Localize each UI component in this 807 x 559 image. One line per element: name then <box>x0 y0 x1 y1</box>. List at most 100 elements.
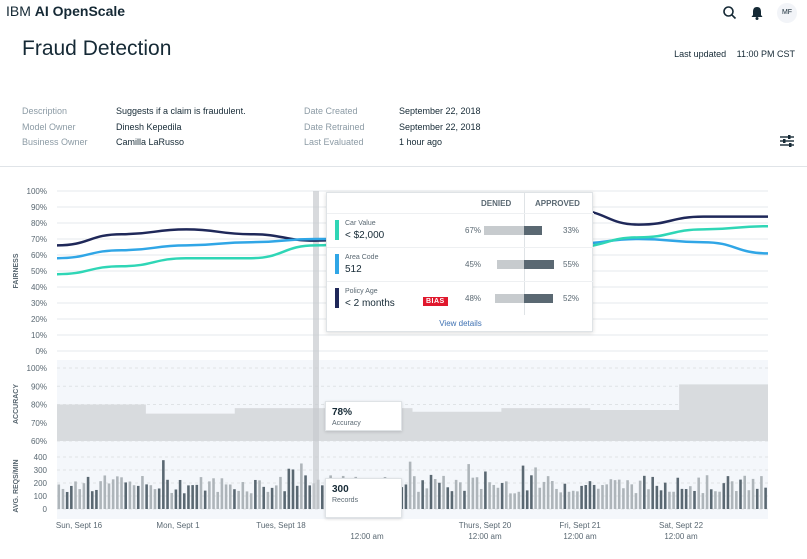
fairness-tick-label: 30% <box>31 299 47 308</box>
user-avatar[interactable]: MF <box>777 3 797 23</box>
volume-bar <box>580 485 583 509</box>
volume-bar <box>479 488 483 509</box>
volume-bar <box>542 481 546 509</box>
search-icon[interactable] <box>721 4 739 22</box>
volume-bar <box>697 477 700 509</box>
denied-bar <box>497 260 524 269</box>
approved-percent: 33% <box>563 226 580 235</box>
series-color-swatch <box>335 288 339 308</box>
volume-bar <box>249 493 253 509</box>
fairness-tick-label: 20% <box>31 315 47 324</box>
volume-bar <box>559 492 562 509</box>
volume-bar <box>546 476 550 509</box>
volume-bar <box>224 484 228 509</box>
volume-bar <box>199 477 203 509</box>
volume-bar <box>672 491 675 509</box>
volume-bar <box>120 477 123 509</box>
volume-bar <box>567 491 571 509</box>
volume-bar <box>563 483 567 509</box>
volume-bar <box>521 465 525 509</box>
approved-percent: 55% <box>563 260 580 269</box>
x-axis-time-label: 12:00 am <box>563 532 597 541</box>
volume-bar <box>417 491 420 509</box>
volume-bar <box>471 477 475 509</box>
denied-percent: 48% <box>465 294 482 303</box>
volume-tick-label: 0 <box>43 505 48 514</box>
volume-axis-label: AVG. REQS/MIN <box>13 459 20 512</box>
last-evaluated-label: Last Evaluated <box>304 137 364 147</box>
brand-logo[interactable]: IBM AI OpenScale <box>6 3 125 19</box>
bell-icon[interactable] <box>748 4 766 22</box>
volume-bar <box>295 485 299 509</box>
volume-bar <box>571 490 575 509</box>
volume-bar <box>722 483 726 509</box>
volume-bar <box>304 475 307 509</box>
volume-bar <box>132 485 136 509</box>
volume-bar <box>735 491 738 509</box>
volume-bar <box>663 482 667 509</box>
volume-bar <box>693 490 696 509</box>
volume-bar <box>555 488 558 509</box>
volume-bar <box>764 487 767 509</box>
accuracy-tick-label: 90% <box>31 382 47 391</box>
last-evaluated-value: 1 hour ago <box>399 137 443 147</box>
volume-bar <box>245 491 249 509</box>
volume-bar <box>647 489 650 509</box>
volume-bar <box>241 482 245 509</box>
volume-bar <box>404 484 408 509</box>
x-axis-day-label: Tues, Sept 18 <box>256 521 306 530</box>
volume-bar <box>149 485 153 509</box>
volume-bar <box>634 493 638 509</box>
volume-bar <box>576 491 579 509</box>
denied-percent: 45% <box>465 260 482 269</box>
volume-tick-label: 400 <box>34 453 48 462</box>
fairness-tick-label: 60% <box>31 251 47 260</box>
volume-bar <box>166 479 169 509</box>
volume-bar <box>65 491 69 509</box>
volume-bar <box>534 467 537 509</box>
volume-bar <box>726 476 730 509</box>
sliders-icon[interactable] <box>777 131 797 151</box>
volume-bar <box>492 484 496 509</box>
popup-row-car-value: Car Value < $2,000 67% 33% <box>327 213 594 247</box>
volume-bar <box>760 476 763 509</box>
volume-bar <box>136 485 140 509</box>
volume-bar <box>308 485 312 509</box>
volume-bar <box>463 490 466 509</box>
top-bar: IBM AI OpenScale MF <box>0 0 807 26</box>
volume-bar <box>178 479 182 509</box>
denied-header: DENIED <box>481 199 512 208</box>
records-label: Records <box>332 497 359 504</box>
volume-bar <box>287 468 291 509</box>
volume-bar <box>630 484 634 509</box>
volume-bar <box>157 488 161 509</box>
volume-bar <box>270 487 274 509</box>
view-details-link[interactable]: View details <box>327 319 594 328</box>
volume-bar <box>266 491 270 509</box>
volume-bar <box>538 487 542 509</box>
volume-bar <box>233 489 236 509</box>
attribute-value: < 2 months <box>345 298 395 309</box>
volume-bar <box>626 480 629 509</box>
volume-bar <box>718 491 721 509</box>
volume-bar <box>467 464 470 509</box>
volume-bar <box>153 489 157 509</box>
approved-percent: 52% <box>563 294 580 303</box>
volume-bar <box>588 481 592 509</box>
series-color-swatch <box>335 254 339 274</box>
volume-bar <box>74 481 77 509</box>
volume-bar <box>291 469 295 509</box>
volume-bar <box>609 479 613 509</box>
volume-bar <box>475 477 479 509</box>
volume-bar <box>195 484 199 509</box>
x-axis-day-label: Fri, Sept 21 <box>559 521 601 530</box>
accuracy-tick-label: 60% <box>31 437 47 446</box>
date-retrained-label: Date Retrained <box>304 122 365 132</box>
volume-tick-label: 100 <box>34 492 48 501</box>
volume-bar <box>551 480 554 509</box>
volume-bar <box>613 480 617 509</box>
accuracy-tick-label: 80% <box>31 401 47 410</box>
volume-bar <box>170 492 174 509</box>
volume-bar <box>86 476 90 509</box>
volume-bar <box>57 484 61 509</box>
